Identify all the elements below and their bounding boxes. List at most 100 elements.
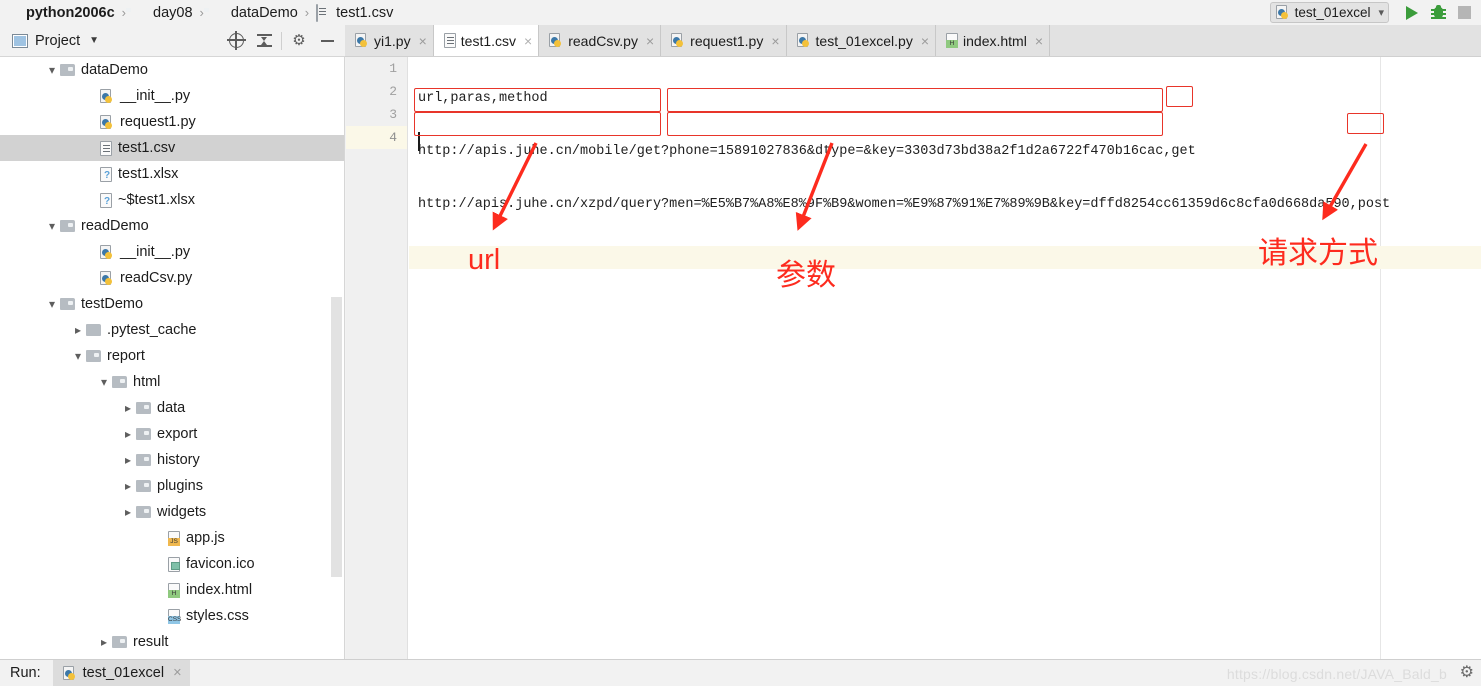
- tree-node-readdemo[interactable]: ▾ readDemo: [0, 213, 344, 239]
- folder-icon: [136, 506, 151, 518]
- close-icon[interactable]: ×: [1035, 33, 1043, 49]
- tree-node-html[interactable]: ▾ html: [0, 369, 344, 395]
- breadcrumb-bar: python2006c › day08 › dataDemo › test1.c…: [0, 0, 1481, 25]
- folder-icon: [60, 64, 75, 76]
- chevron-down-icon[interactable]: ▾: [1378, 6, 1384, 19]
- breadcrumb-item-datademo[interactable]: dataDemo: [211, 0, 298, 25]
- tree-node-styles-css[interactable]: ▸ CSS styles.css: [0, 603, 344, 629]
- tree-node-pytest-cache[interactable]: ▸ .pytest_cache: [0, 317, 344, 343]
- chevron-right-icon[interactable]: ▸: [70, 323, 86, 337]
- debug-bug-icon: [1430, 5, 1446, 20]
- run-button[interactable]: [1399, 0, 1425, 25]
- collapse-all-icon[interactable]: [250, 26, 278, 56]
- project-tree[interactable]: ▾ dataDemo ▸ __init__.py ▸ request1.py ▸…: [0, 57, 345, 659]
- breadcrumb-item-file[interactable]: test1.csv: [316, 0, 393, 25]
- unknown-file-icon: [100, 166, 112, 182]
- tree-node-testdemo[interactable]: ▾ testDemo: [0, 291, 344, 317]
- tree-node-request1-py[interactable]: ▸ request1.py: [0, 109, 344, 135]
- close-icon[interactable]: ×: [921, 33, 929, 49]
- breadcrumb-item-day08[interactable]: day08: [133, 0, 193, 25]
- chevron-down-icon[interactable]: ▾: [70, 349, 86, 363]
- tree-node-readdemo-init-py[interactable]: ▸ __init__.py: [0, 239, 344, 265]
- code-line[interactable]: http://apis.juhe.cn/xzpd/query?men=%E5%B…: [409, 193, 1481, 216]
- editor-tab-request1-py[interactable]: request1.py ×: [661, 25, 787, 56]
- close-icon[interactable]: ×: [771, 33, 779, 49]
- chevron-right-icon[interactable]: ▸: [120, 453, 136, 467]
- chevron-down-icon[interactable]: ▾: [44, 219, 60, 233]
- tree-node-label: export: [157, 426, 198, 442]
- close-icon[interactable]: ×: [419, 33, 427, 49]
- project-panel-title[interactable]: Project ▼: [12, 33, 99, 49]
- spacer: ▸: [84, 115, 100, 129]
- tree-node-test1-csv[interactable]: ▸ test1.csv: [0, 135, 344, 161]
- tree-node-export[interactable]: ▸ export: [0, 421, 344, 447]
- python-file-icon: [796, 33, 811, 48]
- line-number: 4: [346, 126, 407, 149]
- tree-node-init-py[interactable]: ▸ __init__.py: [0, 83, 344, 109]
- chevron-down-icon[interactable]: ▼: [89, 35, 99, 46]
- image-file-icon: [168, 556, 180, 572]
- editor-tab-yi1-py[interactable]: yi1.py ×: [345, 25, 434, 56]
- tree-node-plugins[interactable]: ▸ plugins: [0, 473, 344, 499]
- tree-node-data[interactable]: ▸ data: [0, 395, 344, 421]
- chevron-right-icon[interactable]: ▸: [96, 635, 112, 649]
- python-file-icon: [100, 270, 114, 286]
- spacer: ▸: [152, 557, 168, 571]
- tree-node-favicon-ico[interactable]: ▸ favicon.ico: [0, 551, 344, 577]
- python-file-icon: [355, 33, 369, 48]
- chevron-right-icon[interactable]: ▸: [120, 505, 136, 519]
- tree-node-label: ~$test1.xlsx: [118, 192, 195, 208]
- tree-node-datademo[interactable]: ▾ dataDemo: [0, 57, 344, 83]
- tree-node-temp-test1-xlsx[interactable]: ▸ ~$test1.xlsx: [0, 187, 344, 213]
- chevron-down-icon[interactable]: ▾: [44, 297, 60, 311]
- python-file-icon: [62, 665, 77, 681]
- run-label: Run:: [10, 665, 41, 681]
- editor-content[interactable]: url,paras,method http://apis.juhe.cn/mob…: [409, 57, 1481, 659]
- folder-icon: [60, 220, 75, 232]
- code-line[interactable]: url,paras,method: [409, 87, 1481, 110]
- tree-node-readcsv-py[interactable]: ▸ readCsv.py: [0, 265, 344, 291]
- chevron-down-icon[interactable]: ▾: [96, 375, 112, 389]
- settings-gear-icon[interactable]: ⚙: [285, 26, 313, 56]
- tree-node-index-html[interactable]: ▸ H index.html: [0, 577, 344, 603]
- tree-node-report[interactable]: ▾ report: [0, 343, 344, 369]
- editor-tab-test-01excel-py[interactable]: test_01excel.py ×: [786, 25, 937, 56]
- editor-tab-test1-csv[interactable]: test1.csv ×: [433, 25, 540, 56]
- breadcrumb-item-project[interactable]: python2006c: [6, 0, 115, 25]
- breadcrumb-separator: ›: [199, 5, 204, 20]
- stop-button[interactable]: [1451, 0, 1477, 25]
- tree-node-app-js[interactable]: ▸ JS app.js: [0, 525, 344, 551]
- code-editor[interactable]: 1 2 3 4 url,paras,method http://apis.juh…: [346, 57, 1481, 659]
- code-line[interactable]: http://apis.juhe.cn/mobile/get?phone=158…: [409, 140, 1481, 163]
- settings-gear-icon[interactable]: ⚙: [1460, 665, 1474, 681]
- chevron-right-icon[interactable]: ▸: [120, 427, 136, 441]
- hide-panel-icon[interactable]: [313, 26, 341, 56]
- debug-button[interactable]: [1425, 0, 1451, 25]
- python-file-icon: [100, 88, 114, 104]
- chevron-right-icon[interactable]: ▸: [120, 401, 136, 415]
- project-tree-scrollbar[interactable]: [331, 297, 342, 577]
- close-icon[interactable]: ×: [646, 33, 654, 49]
- editor-tab-readcsv-py[interactable]: readCsv.py ×: [539, 25, 662, 56]
- run-triangle-icon: [1406, 5, 1418, 20]
- tree-node-label: testDemo: [81, 296, 144, 312]
- tree-node-result[interactable]: ▸ result: [0, 629, 344, 655]
- python-file-icon: [1275, 5, 1290, 20]
- spacer: ▸: [152, 583, 168, 597]
- csv-file-icon: [443, 33, 456, 48]
- close-icon[interactable]: ×: [524, 33, 532, 49]
- editor-tab-index-html[interactable]: H index.html ×: [936, 25, 1051, 56]
- folder-icon: [133, 5, 148, 20]
- chevron-down-icon[interactable]: ▾: [44, 63, 60, 77]
- tree-node-history[interactable]: ▸ history: [0, 447, 344, 473]
- tree-node-widgets[interactable]: ▸ widgets: [0, 499, 344, 525]
- python-file-icon: [549, 33, 563, 48]
- chevron-right-icon[interactable]: ▸: [120, 479, 136, 493]
- tree-node-test1-xlsx[interactable]: ▸ test1.xlsx: [0, 161, 344, 187]
- close-icon[interactable]: ×: [173, 665, 181, 681]
- tree-node-label: app.js: [186, 530, 225, 546]
- run-tab-test-01excel[interactable]: test_01excel ×: [52, 659, 190, 686]
- locate-in-tree-icon[interactable]: [222, 26, 250, 56]
- spacer: ▸: [84, 193, 100, 207]
- run-configuration-selector[interactable]: test_01excel ▾: [1269, 2, 1389, 23]
